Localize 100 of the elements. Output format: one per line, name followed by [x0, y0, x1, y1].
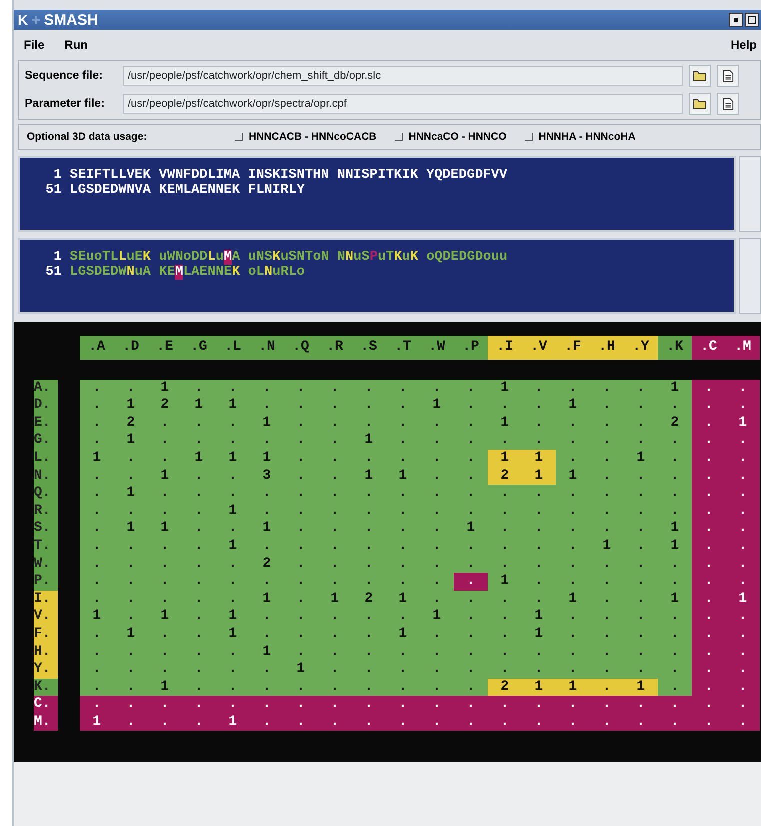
document-icon: [722, 98, 734, 110]
menu-item[interactable]: Run: [64, 38, 88, 52]
matrix-cell: .: [284, 590, 318, 608]
browse-button[interactable]: [689, 93, 711, 115]
matrix-cell: .: [80, 590, 114, 608]
matrix-cell: .: [556, 644, 590, 662]
column-header: .N: [250, 336, 284, 360]
matrix-cell: .: [216, 573, 250, 591]
scrollbar[interactable]: [739, 156, 761, 232]
scrollbar[interactable]: [739, 238, 761, 314]
matrix-cell: 1: [284, 661, 318, 679]
matrix-cell: .: [420, 626, 454, 644]
view-button[interactable]: [717, 65, 739, 87]
matrix-cell: .: [658, 626, 692, 644]
matrix-cell: .: [386, 502, 420, 520]
column-header: .Q: [284, 336, 318, 360]
matrix-cell: .: [624, 573, 658, 591]
matrix-cell: .: [488, 626, 522, 644]
menu-item[interactable]: File: [24, 38, 45, 52]
matrix-cell: .: [624, 696, 658, 714]
matrix-cell: .: [488, 397, 522, 415]
matrix-cell: .: [692, 502, 726, 520]
option-checkbox[interactable]: HNNCACB - HNNcoCACB: [235, 131, 377, 143]
matrix-cell: .: [80, 397, 114, 415]
matrix-cell: .: [556, 661, 590, 679]
row-header: H.: [34, 644, 58, 662]
matrix-cell: .: [80, 432, 114, 450]
matrix-cell: 1: [80, 450, 114, 468]
option-checkbox[interactable]: HNNHA - HNNcoHA: [524, 131, 636, 143]
matrix-cell: .: [250, 608, 284, 626]
matrix-cell: .: [386, 696, 420, 714]
matrix-cell: 1: [488, 414, 522, 432]
matrix-cell: .: [726, 556, 760, 574]
matrix-cell: 1: [488, 573, 522, 591]
matrix-cell: .: [80, 626, 114, 644]
matrix-cell: .: [114, 714, 148, 732]
view-button[interactable]: [717, 93, 739, 115]
matrix-cell: .: [726, 608, 760, 626]
matrix-cell: .: [216, 696, 250, 714]
column-header: .C: [692, 336, 726, 360]
matrix-cell: 1: [80, 714, 114, 732]
matrix-cell: .: [692, 556, 726, 574]
matrix-cell: .: [284, 678, 318, 696]
matrix-cell: .: [114, 644, 148, 662]
matrix-cell: .: [216, 556, 250, 574]
column-header: .A: [80, 336, 114, 360]
matrix-cell: .: [454, 626, 488, 644]
matrix-cell: 1: [148, 608, 182, 626]
matrix-cell: .: [284, 397, 318, 415]
matrix-cell: .: [658, 502, 692, 520]
menu-item[interactable]: Help: [730, 38, 757, 52]
row-header: M.: [34, 714, 58, 732]
matrix-cell: .: [658, 678, 692, 696]
matrix-cell: .: [420, 556, 454, 574]
matrix-cell: .: [692, 414, 726, 432]
matrix-cell: .: [658, 696, 692, 714]
matrix-cell: .: [692, 380, 726, 398]
column-header: .P: [454, 336, 488, 360]
matrix-cell: .: [556, 380, 590, 398]
matrix-cell: .: [590, 380, 624, 398]
row-header: W.: [34, 556, 58, 574]
matrix-cell: .: [114, 590, 148, 608]
matrix-cell: .: [352, 450, 386, 468]
matrix-cell: .: [590, 626, 624, 644]
matrix-cell: .: [80, 520, 114, 538]
matrix-cell: .: [522, 644, 556, 662]
matrix-cell: .: [522, 502, 556, 520]
matrix-cell: .: [182, 520, 216, 538]
matrix-cell: .: [692, 644, 726, 662]
matrix-cell: .: [386, 450, 420, 468]
option-checkbox[interactable]: HNNcaCO - HNNCO: [394, 131, 507, 143]
matrix-cell: .: [148, 538, 182, 556]
matrix-cell: .: [624, 520, 658, 538]
matrix-cell: .: [658, 556, 692, 574]
maximize-button[interactable]: [745, 13, 759, 27]
matrix-cell: 1: [556, 468, 590, 486]
matrix-cell: .: [488, 714, 522, 732]
matrix-cell: .: [590, 432, 624, 450]
path-field[interactable]: /usr/people/psf/catchwork/opr/chem_shift_db/opr.slc: [123, 66, 683, 86]
matrix-cell: .: [624, 590, 658, 608]
matrix-cell: .: [692, 608, 726, 626]
matrix-cell: 1: [148, 468, 182, 486]
matrix-cell: .: [80, 380, 114, 398]
path-field[interactable]: /usr/people/psf/catchwork/opr/spectra/opr.cpf: [123, 94, 683, 114]
matrix-cell: .: [658, 397, 692, 415]
matrix-cell: .: [352, 556, 386, 574]
matrix-cell: .: [148, 626, 182, 644]
matrix-cell: .: [556, 608, 590, 626]
minimize-button[interactable]: [729, 13, 743, 27]
matrix-cell: .: [726, 714, 760, 732]
matrix-cell: 1: [522, 450, 556, 468]
matrix-cell: .: [182, 661, 216, 679]
matrix-cell: .: [318, 696, 352, 714]
matrix-cell: .: [454, 714, 488, 732]
matrix-cell: .: [726, 538, 760, 556]
browse-button[interactable]: [689, 65, 711, 87]
matrix-cell: .: [284, 468, 318, 486]
document-icon: [722, 70, 734, 82]
matrix-cell: .: [420, 696, 454, 714]
window-title: SMASH: [44, 12, 98, 28]
